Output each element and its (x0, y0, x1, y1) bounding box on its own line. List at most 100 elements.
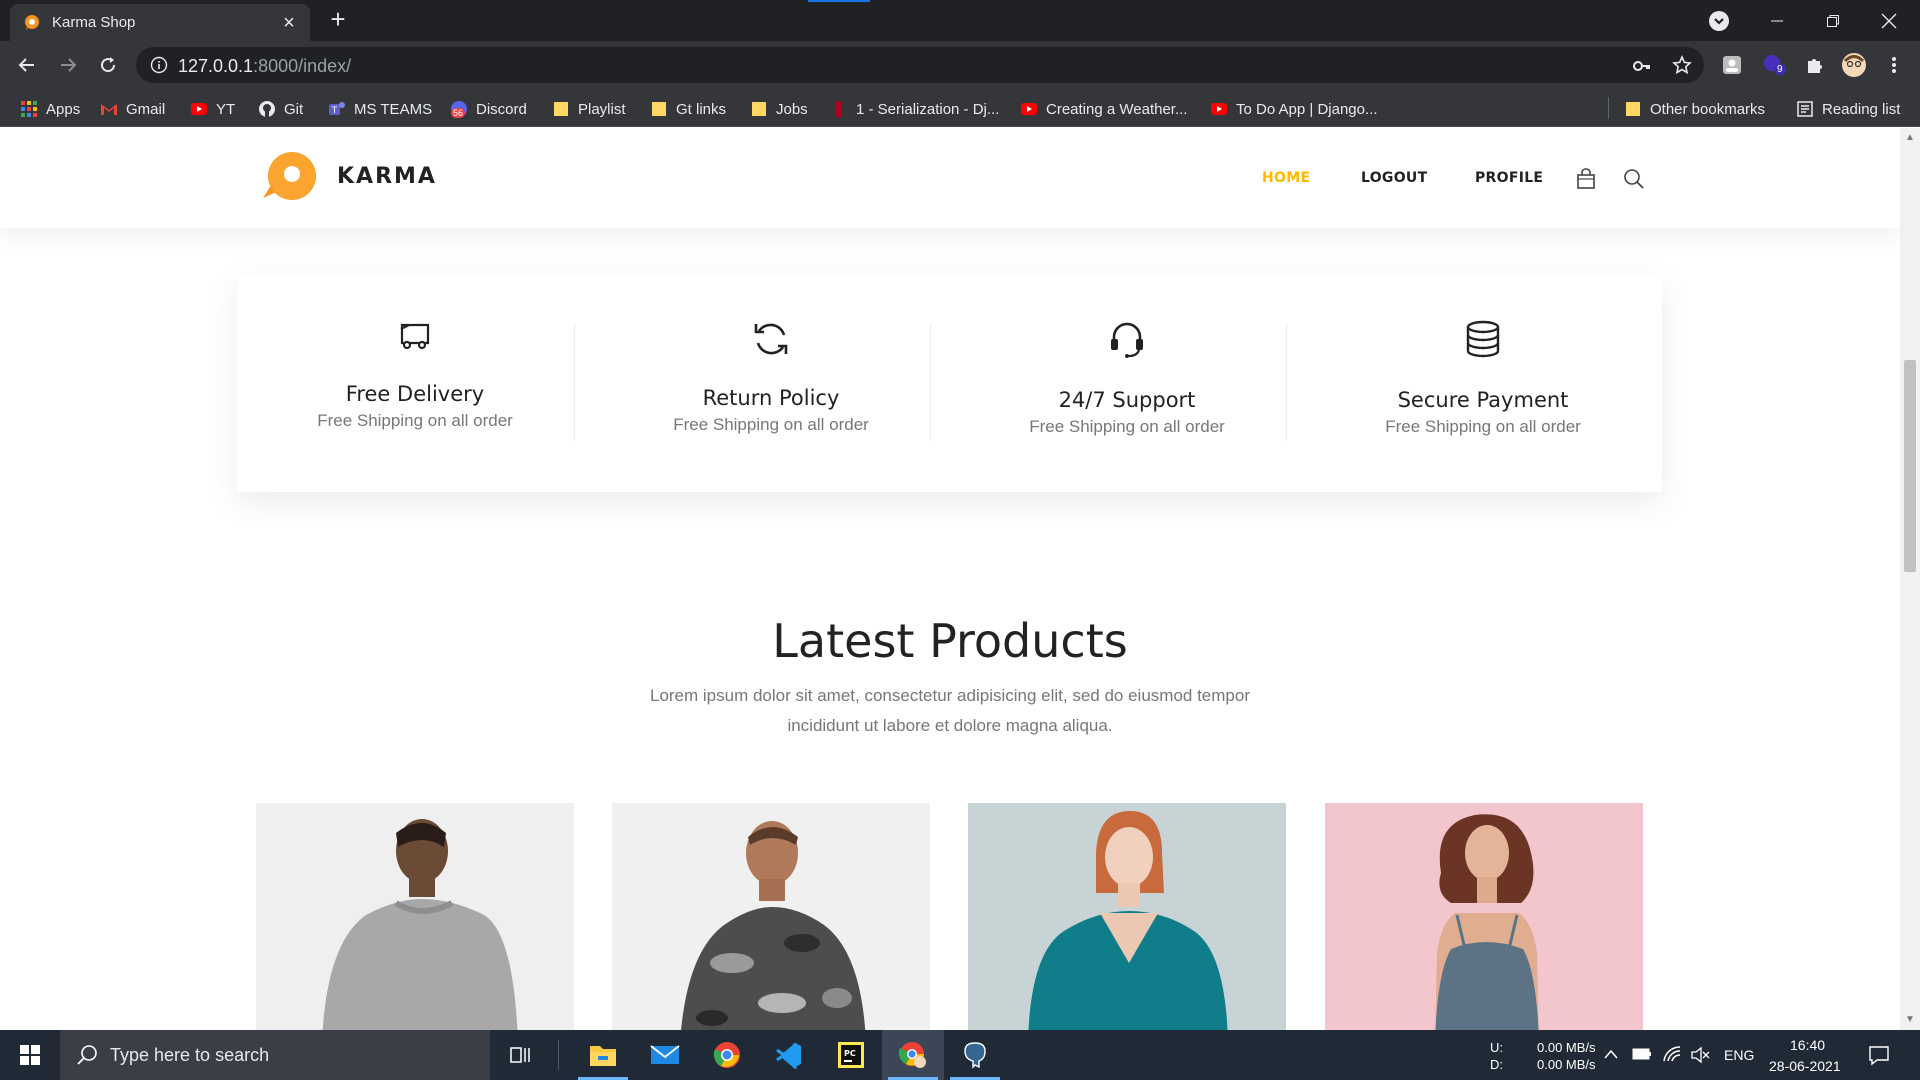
browser-tab[interactable]: Karma Shop × (10, 4, 310, 41)
feature-subtitle: Free Shipping on all order (317, 411, 513, 430)
svg-text:T: T (331, 106, 338, 116)
site-info-icon[interactable] (150, 56, 168, 74)
bookmark-git[interactable]: Git (258, 98, 303, 120)
feature-free-delivery: Free Delivery Free Shipping on all order (237, 275, 593, 492)
loading-indicator (808, 0, 870, 2)
reload-button[interactable] (94, 51, 122, 79)
search-icon[interactable] (1623, 168, 1645, 190)
bookmark-serialization[interactable]: 1 - Serialization - Dj... (830, 98, 999, 120)
bookmark-label: MS TEAMS (354, 100, 433, 118)
restore-icon (1827, 14, 1839, 27)
scroll-thumb[interactable] (1904, 360, 1916, 572)
taskbar-search[interactable]: Type here to search (60, 1030, 490, 1080)
extensions-button[interactable] (1800, 51, 1828, 79)
product-card[interactable] (968, 803, 1286, 1030)
nav-home[interactable]: HOME (1262, 170, 1310, 186)
profile-avatar[interactable] (1840, 51, 1868, 79)
close-window-button[interactable] (1866, 0, 1912, 41)
chrome-app[interactable] (696, 1030, 758, 1080)
extension-badge: 9 (1774, 64, 1786, 75)
feature-subtitle: Free Shipping on all order (1029, 417, 1225, 436)
bookmark-yt[interactable]: YT (190, 98, 235, 120)
product-image-woman-tank (1325, 803, 1643, 1030)
bookmark-label: YT (216, 100, 236, 118)
svg-text:PC: PC (844, 1049, 856, 1058)
bookmark-gt-links[interactable]: Gt links (650, 98, 726, 120)
key-icon[interactable] (1632, 56, 1652, 76)
bookmark-ms-teams[interactable]: T MS TEAMS (328, 98, 432, 120)
reading-list-icon (1797, 101, 1813, 117)
clock-time[interactable]: 16:40 (1790, 1037, 1825, 1053)
folder-icon (652, 102, 666, 116)
folder-icon (554, 102, 568, 116)
mail-icon (650, 1045, 680, 1064)
file-explorer-app[interactable] (572, 1030, 634, 1080)
new-tab-button[interactable]: + (326, 6, 350, 32)
bookmark-weather[interactable]: Creating a Weather... (1020, 98, 1187, 120)
folder-icon (752, 102, 766, 116)
scroll-up-icon[interactable]: ▲ (1904, 132, 1916, 144)
star-icon[interactable] (1672, 55, 1692, 75)
bookmark-gmail[interactable]: Gmail (100, 98, 165, 120)
minimize-button[interactable] (1754, 0, 1800, 41)
forward-button[interactable] (54, 51, 82, 79)
address-bar[interactable]: 127.0.0.1:8000/index/ (136, 47, 1704, 83)
contacts-extension-icon (1723, 56, 1741, 74)
chrome-icon (713, 1042, 740, 1068)
product-card[interactable] (256, 803, 574, 1030)
bookmark-apps[interactable]: Apps (20, 98, 80, 120)
shopping-bag-icon[interactable] (1575, 168, 1597, 190)
feature-return-policy: Return Policy Free Shipping on all order (593, 275, 949, 492)
bookmark-discord[interactable]: 56 Discord (450, 98, 527, 120)
browser-menu-button[interactable] (1880, 51, 1908, 79)
wifi-icon[interactable] (1662, 1045, 1682, 1063)
nav-logout[interactable]: LOGOUT (1361, 170, 1427, 186)
search-icon (77, 1045, 97, 1065)
karma-favicon-icon (25, 14, 39, 30)
other-bookmarks[interactable]: Other bookmarks (1624, 98, 1765, 120)
brand-name[interactable]: KARMA (337, 164, 437, 189)
karma-logo-icon[interactable] (255, 146, 321, 212)
more-vertical-icon (1892, 57, 1896, 73)
youtube-icon (1021, 103, 1037, 115)
url-host: 127.0.0.1 (178, 56, 254, 76)
scroll-down-icon[interactable]: ▼ (1904, 1014, 1916, 1026)
bookmark-label: To Do App | Django... (1236, 100, 1378, 118)
reading-list[interactable]: Reading list (1796, 98, 1900, 120)
truck-icon (400, 323, 430, 350)
teams-icon: T (329, 102, 345, 116)
volume-muted-icon[interactable] (1690, 1046, 1710, 1064)
mail-app[interactable] (634, 1030, 696, 1080)
back-button[interactable] (13, 51, 41, 79)
bookmark-todo[interactable]: To Do App | Django... (1210, 98, 1377, 120)
language-indicator[interactable]: ENG (1724, 1047, 1754, 1063)
nav-profile[interactable]: PROFILE (1475, 170, 1543, 186)
extension-contacts-button[interactable] (1718, 51, 1746, 79)
feature-secure-payment: Secure Payment Free Shipping on all orde… (1305, 275, 1661, 492)
feature-title: 24/7 Support (1058, 388, 1196, 412)
notification-icon[interactable] (1868, 1044, 1890, 1066)
feature-divider (930, 323, 931, 441)
bookmark-label: 1 - Serialization - Dj... (856, 100, 1000, 118)
postgres-app[interactable] (944, 1030, 1006, 1080)
product-card[interactable] (1325, 803, 1643, 1030)
extension-badge-button[interactable]: 9 (1760, 51, 1788, 79)
bookmark-jobs[interactable]: Jobs (750, 98, 808, 120)
chrome-active-app[interactable] (882, 1030, 944, 1080)
bookmark-playlist[interactable]: Playlist (552, 98, 626, 120)
chevron-up-icon[interactable] (1604, 1048, 1618, 1060)
tab-search-button[interactable] (1709, 11, 1729, 31)
restore-button[interactable] (1810, 0, 1856, 41)
task-view-button[interactable] (490, 1030, 552, 1080)
pycharm-app[interactable]: PC (820, 1030, 882, 1080)
close-tab-icon[interactable]: × (280, 13, 298, 33)
vscode-app[interactable] (758, 1030, 820, 1080)
product-card[interactable] (612, 803, 930, 1030)
battery-icon[interactable] (1632, 1047, 1652, 1061)
page-scrollbar[interactable]: ▲ ▼ (1900, 128, 1920, 1030)
folder-icon (1626, 102, 1640, 116)
clock-date[interactable]: 28-06-2021 (1769, 1058, 1841, 1074)
start-button[interactable] (0, 1030, 60, 1080)
minimize-icon (1771, 20, 1783, 21)
youtube-icon (191, 103, 207, 115)
